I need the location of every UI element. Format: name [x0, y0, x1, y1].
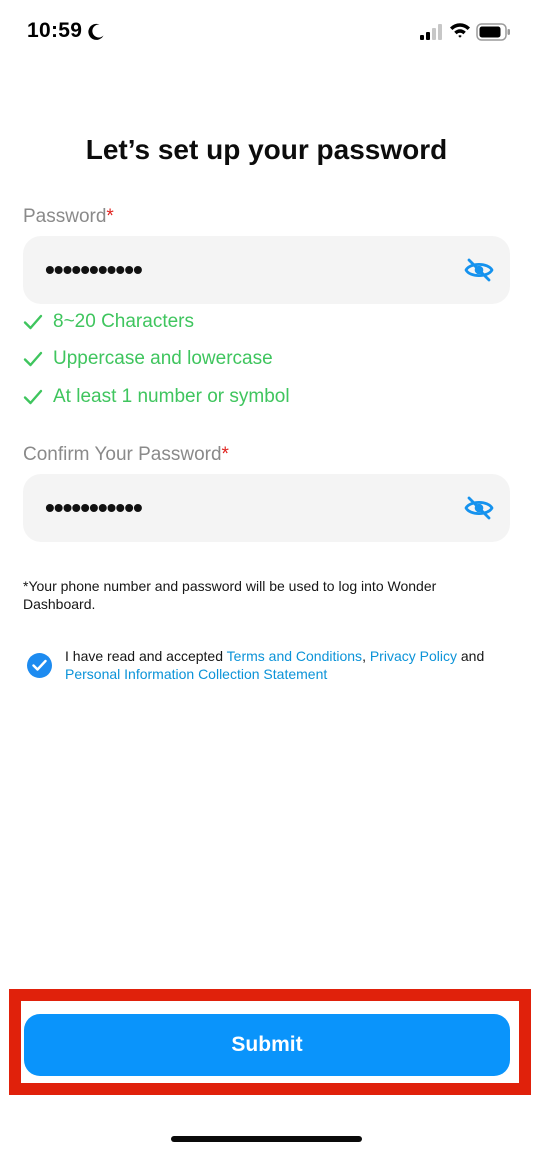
status-time: 10:59 — [27, 19, 83, 42]
confirm-password-value[interactable]: ••••••••••• — [45, 491, 143, 525]
check-icon[interactable] — [32, 659, 47, 672]
rule-text: At least 1 number or symbol — [53, 386, 290, 407]
pics-link[interactable]: Personal Information Collection Statemen… — [65, 666, 327, 682]
login-note: *Your phone number and password will be … — [23, 578, 437, 612]
eye-slash-icon[interactable] — [464, 495, 494, 521]
check-icon — [23, 314, 43, 330]
terms-link[interactable]: Terms and Conditions — [227, 648, 362, 664]
page-title: Let’s set up your password — [85, 134, 448, 165]
password-visibility-toggle[interactable] — [464, 256, 494, 284]
rule-number-symbol: At least 1 number or symbol — [23, 384, 290, 410]
password-input[interactable]: ••••••••••• — [23, 236, 510, 304]
eye-slash-icon[interactable] — [464, 257, 494, 283]
moon-icon — [88, 23, 104, 40]
rule-text: Uppercase and lowercase — [53, 348, 273, 369]
check-icon — [23, 389, 43, 405]
battery-icon — [476, 23, 510, 41]
status-bar: 10:59 — [0, 0, 533, 62]
confirm-password-input[interactable]: ••••••••••• — [23, 474, 510, 542]
agreement-and: and — [456, 648, 485, 664]
signal-icon — [420, 24, 442, 40]
password-value[interactable]: ••••••••••• — [45, 253, 143, 287]
confirm-label-text: Confirm Your Password — [23, 444, 222, 465]
home-indicator — [171, 1136, 362, 1142]
rule-text: 8~20 Characters — [53, 311, 194, 332]
rule-case: Uppercase and lowercase — [23, 346, 273, 372]
rule-length: 8~20 Characters — [23, 309, 194, 335]
required-mark: * — [221, 444, 229, 465]
agreement-prefix: I have read and accepted — [65, 648, 227, 664]
confirm-password-label: Confirm Your Password* — [23, 444, 229, 466]
password-label: Password* — [23, 206, 114, 228]
check-icon — [23, 351, 43, 367]
required-mark: * — [106, 206, 114, 227]
agreement-separator: , — [362, 648, 370, 664]
agreement-text: I have read and accepted Terms and Condi… — [65, 647, 510, 683]
submit-button[interactable]: Submit — [24, 1014, 510, 1076]
password-label-text: Password — [23, 206, 107, 227]
wifi-icon — [450, 23, 470, 38]
privacy-policy-link[interactable]: Privacy Policy — [370, 648, 457, 664]
confirm-visibility-toggle[interactable] — [464, 494, 494, 522]
agreement-checkbox[interactable] — [27, 653, 52, 678]
